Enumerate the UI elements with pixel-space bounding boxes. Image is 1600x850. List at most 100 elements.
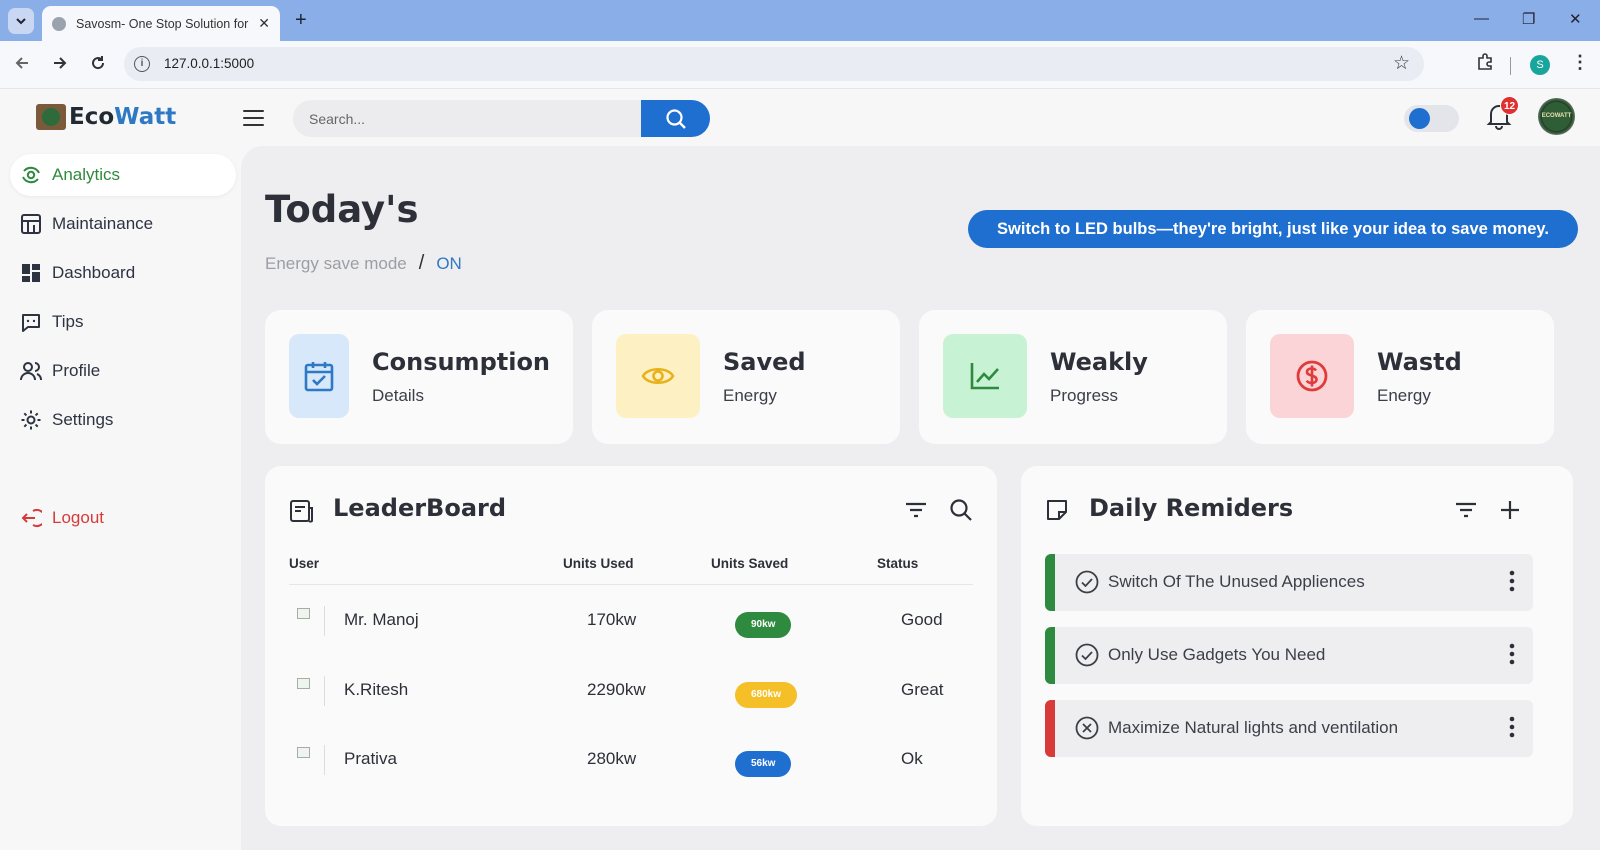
units-saved-badge: 680kw [735, 682, 798, 708]
forward-button[interactable] [52, 55, 68, 76]
reminder-item[interactable]: Maximize Natural lights and ventilation [1045, 700, 1533, 757]
bookmark-star-icon[interactable]: ☆ [1393, 52, 1410, 75]
card-subtitle: Details [372, 386, 424, 405]
store-icon [21, 214, 41, 234]
card-title: Wastd [1377, 348, 1462, 376]
users-icon [20, 362, 42, 381]
check-circle-icon[interactable] [1075, 570, 1099, 599]
logo[interactable]: Eco Watt [36, 104, 176, 130]
sidebar-item-label: Profile [52, 361, 101, 380]
sidebar-item-settings[interactable]: Settings [10, 399, 236, 441]
arrow-right-icon [54, 57, 67, 69]
sidebar-item-label: Tips [52, 312, 84, 331]
status-text: Great [901, 680, 944, 699]
more-vertical-icon[interactable] [1509, 716, 1515, 743]
reminder-text: Maximize Natural lights and ventilation [1108, 718, 1399, 737]
main-content: Today's Energy save mode / ON Switch to LE… [241, 146, 1600, 850]
menu-toggle-icon[interactable] [243, 110, 264, 131]
column-header-status[interactable]: Status [877, 556, 918, 571]
energy-mode-label: Energy save mode [265, 254, 407, 273]
more-vertical-icon[interactable] [1509, 643, 1515, 670]
tab-list-button[interactable] [8, 8, 34, 34]
reminder-status-bar [1045, 627, 1055, 684]
address-bar[interactable]: i 127.0.0.1:5000 ☆ [124, 47, 1424, 81]
sidebar-item-maintainance[interactable]: Maintainance [10, 203, 236, 245]
browser-menu-icon[interactable]: ⋮ [1571, 52, 1589, 73]
search-button[interactable] [641, 100, 710, 137]
logout-icon [21, 509, 42, 527]
browser-tab[interactable]: Savosm- One Stop Solution for ✕ [42, 6, 280, 41]
toolbar-divider [1510, 57, 1511, 75]
user-name: K.Ritesh [344, 680, 409, 699]
tab-title: Savosm- One Stop Solution for [76, 16, 249, 31]
site-info-icon[interactable]: i [134, 56, 150, 72]
sidebar-item-tips[interactable]: Tips [10, 301, 236, 343]
logo-image [36, 104, 66, 130]
globe-icon [52, 16, 66, 31]
column-header-units-used[interactable]: Units Used [563, 556, 634, 571]
arrow-left-icon [15, 57, 28, 69]
table-row[interactable]: Mr. Manoj 170kw 90kw Good [289, 590, 973, 650]
check-circle-icon[interactable] [1075, 643, 1099, 672]
table-divider [289, 584, 973, 585]
window-close-button[interactable]: ✕ [1569, 10, 1582, 28]
dollar-circle-icon [1270, 334, 1354, 418]
browser-profile-avatar[interactable]: S [1530, 55, 1550, 75]
card-saved-energy[interactable]: Saved Energy [592, 310, 900, 444]
energy-mode-value[interactable]: ON [436, 254, 462, 273]
user-name: Prativa [344, 749, 397, 768]
restore-button[interactable]: ❐ [1522, 10, 1535, 28]
sidebar-item-label: Analytics [52, 165, 121, 184]
card-subtitle: Progress [1050, 386, 1119, 405]
logo-text-watt: Watt [114, 104, 177, 130]
card-wasted-energy[interactable]: Wastd Energy [1246, 310, 1554, 444]
card-consumption[interactable]: Consumption Details [265, 310, 573, 444]
new-tab-button[interactable]: + [295, 10, 307, 30]
search-icon[interactable] [949, 498, 973, 527]
table-row[interactable]: Prativa 280kw 56kw Ok [289, 729, 973, 789]
reminder-text: Switch Of The Unused Appliences [1108, 572, 1365, 591]
chevron-down-icon [16, 18, 26, 25]
daily-reminders-panel: Daily Remiders Switch Of The Unused Appl… [1021, 466, 1573, 826]
reminders-title: Daily Remiders [1089, 494, 1294, 522]
user-photo-broken-image [295, 745, 325, 775]
breadcrumb-separator: / [418, 252, 425, 274]
extensions-icon[interactable] [1476, 53, 1494, 76]
sidebar-item-analytics[interactable]: Analytics [10, 154, 236, 196]
leaderboard-panel: LeaderBoard User Units Used Units Saved … [265, 466, 997, 826]
sidebar-item-dashboard[interactable]: Dashboard [10, 252, 236, 294]
reminder-status-bar [1045, 554, 1055, 611]
add-reminder-icon[interactable] [1499, 499, 1521, 526]
report-icon [289, 498, 315, 529]
card-title: Weakly [1050, 348, 1148, 376]
theme-toggle[interactable] [1404, 105, 1459, 132]
user-avatar[interactable]: ECOWATT [1538, 98, 1575, 135]
card-subtitle: Energy [723, 386, 777, 405]
page-title: Today's [265, 188, 419, 231]
column-header-units-saved[interactable]: Units Saved [711, 556, 788, 571]
address-toolbar: i 127.0.0.1:5000 ☆ [0, 41, 1600, 89]
x-circle-icon[interactable] [1075, 716, 1099, 745]
reload-button[interactable] [90, 55, 106, 76]
sidebar-item-label: Settings [52, 410, 114, 429]
column-header-user[interactable]: User [289, 556, 319, 571]
sidebar-item-profile[interactable]: Profile [10, 350, 236, 392]
card-weekly-progress[interactable]: Weakly Progress [919, 310, 1227, 444]
browser-tabstrip: Savosm- One Stop Solution for ✕ + — ❐ ✕ [0, 0, 1600, 41]
url-text[interactable]: 127.0.0.1:5000 [164, 56, 254, 71]
search-input[interactable] [293, 100, 641, 137]
reminder-item[interactable]: Only Use Gadgets You Need [1045, 627, 1533, 684]
table-row[interactable]: K.Ritesh 2290kw 680kw Great [289, 660, 973, 720]
sidebar-item-label: Maintainance [52, 214, 154, 233]
filter-icon[interactable] [905, 502, 927, 523]
tab-close-icon[interactable]: ✕ [258, 15, 270, 32]
status-text: Good [901, 610, 943, 629]
minimize-button[interactable]: — [1474, 10, 1489, 27]
logout-button[interactable]: Logout [10, 497, 236, 539]
search-icon [665, 108, 686, 129]
reminder-item[interactable]: Switch Of The Unused Appliences [1045, 554, 1533, 611]
more-vertical-icon[interactable] [1509, 570, 1515, 597]
sidebar-item-label: Dashboard [52, 263, 136, 282]
filter-icon[interactable] [1455, 502, 1477, 523]
back-button[interactable] [14, 55, 30, 76]
